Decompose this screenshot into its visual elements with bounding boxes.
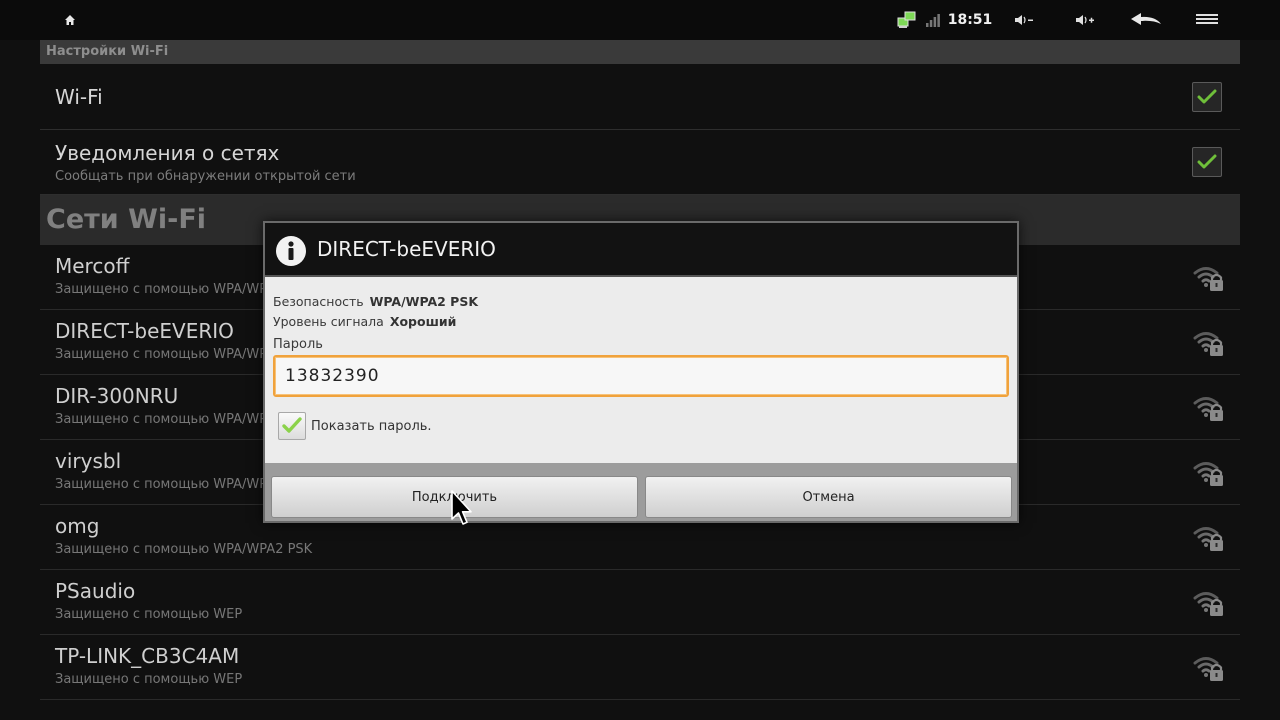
network-security: Защищено с помощью WEP bbox=[55, 607, 243, 622]
signal-info: Уровень сигнала Хороший bbox=[273, 314, 456, 329]
wifi-checkbox[interactable] bbox=[1192, 82, 1222, 112]
info-icon bbox=[275, 235, 307, 267]
network-notify-checkbox[interactable] bbox=[1192, 147, 1222, 177]
network-notify-title: Уведомления о сетях bbox=[55, 141, 280, 165]
clock: 18:51 bbox=[947, 12, 993, 28]
dialog-body: Безопасность WPA/WPA2 PSK Уровень сигнала… bbox=[265, 277, 1017, 463]
cancel-button[interactable]: Отмена bbox=[645, 476, 1012, 518]
volume-up-icon[interactable] bbox=[1070, 0, 1100, 40]
volume-down-icon[interactable] bbox=[1010, 0, 1038, 40]
network-name: virysbl bbox=[55, 449, 122, 473]
security-info: Безопасность WPA/WPA2 PSK bbox=[273, 294, 478, 309]
network-name: DIRECT-beEVERIO bbox=[55, 319, 234, 343]
wifi-locked-icon bbox=[1192, 586, 1226, 620]
status-bar: 18:51 bbox=[0, 0, 1280, 40]
signal-icon bbox=[924, 0, 942, 40]
network-notify-summary: Сообщать при обнаружении открытой сети bbox=[55, 169, 356, 184]
wifi-locked-icon bbox=[1192, 651, 1226, 685]
network-name: PSaudio bbox=[55, 579, 136, 603]
network-name: Mercoff bbox=[55, 254, 130, 278]
show-password-checkbox[interactable] bbox=[278, 412, 306, 440]
menu-icon[interactable] bbox=[1190, 0, 1224, 40]
network-item[interactable]: PSaudio Защищено с помощью WEP bbox=[40, 570, 1240, 635]
network-item[interactable]: TP-LINK_CB3C4AM Защищено с помощью WEP bbox=[40, 635, 1240, 700]
network-name: TP-LINK_CB3C4AM bbox=[55, 644, 240, 668]
wifi-toggle-row[interactable]: Wi-Fi bbox=[40, 65, 1240, 130]
show-password-label: Показать пароль. bbox=[311, 418, 432, 434]
wifi-toggle-title: Wi-Fi bbox=[55, 85, 103, 109]
show-password-toggle[interactable]: Показать пароль. bbox=[278, 411, 432, 441]
network-security: Защищено с помощью WEP bbox=[55, 672, 243, 687]
network-icon bbox=[896, 0, 918, 40]
wifi-locked-icon bbox=[1192, 456, 1226, 490]
wifi-locked-icon bbox=[1192, 521, 1226, 555]
wifi-connect-dialog: DIRECT-beEVERIO Безопасность WPA/WPA2 PSK… bbox=[263, 221, 1019, 523]
password-label: Пароль bbox=[273, 337, 323, 352]
dialog-button-bar: Подключить Отмена bbox=[265, 463, 1017, 521]
network-notify-row[interactable]: Уведомления о сетях Сообщать при обнаруж… bbox=[40, 130, 1240, 195]
dialog-title-bar: DIRECT-beEVERIO bbox=[265, 223, 1017, 277]
wifi-locked-icon bbox=[1192, 326, 1226, 360]
dialog-title: DIRECT-beEVERIO bbox=[317, 237, 496, 261]
wifi-locked-icon bbox=[1192, 261, 1226, 295]
check-icon bbox=[1197, 89, 1217, 104]
password-input[interactable] bbox=[273, 355, 1009, 397]
security-label: Безопасность bbox=[273, 294, 364, 309]
network-name: omg bbox=[55, 514, 100, 538]
security-value: WPA/WPA2 PSK bbox=[369, 294, 479, 309]
back-icon[interactable] bbox=[1126, 0, 1166, 40]
signal-value: Хороший bbox=[389, 314, 457, 329]
home-icon[interactable] bbox=[58, 0, 82, 40]
wifi-locked-icon bbox=[1192, 391, 1226, 425]
network-name: DIR-300NRU bbox=[55, 384, 179, 408]
connect-button[interactable]: Подключить bbox=[271, 476, 638, 518]
signal-label: Уровень сигнала bbox=[273, 314, 384, 329]
check-icon bbox=[282, 417, 302, 433]
page-title: Настройки Wi-Fi bbox=[40, 40, 1240, 64]
check-icon bbox=[1197, 154, 1217, 169]
network-security: Защищено с помощью WPA/WPA2 PSK bbox=[55, 542, 313, 557]
